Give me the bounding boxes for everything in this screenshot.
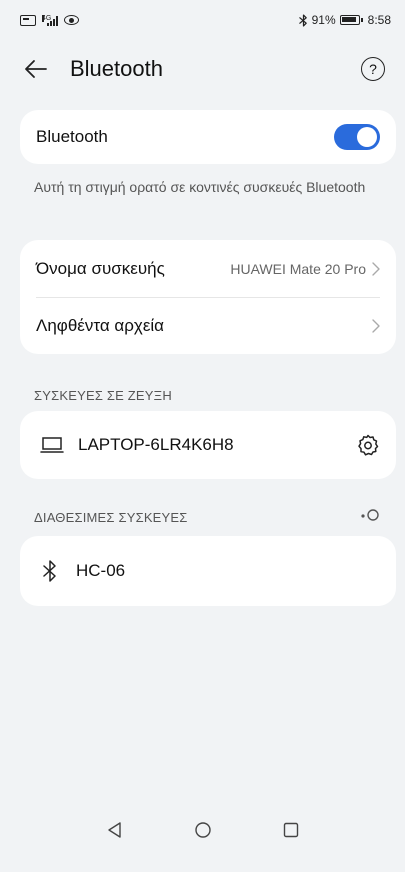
visibility-hint: Αυτή τη στιγμή ορατό σε κοντινές συσκευέ… xyxy=(34,179,366,195)
scanning-spinner-icon xyxy=(361,509,379,521)
device-name-value: HUAWEI Mate 20 Pro xyxy=(230,260,366,277)
header: Bluetooth ? xyxy=(0,42,405,96)
switch-knob xyxy=(357,127,377,147)
sim-card-icon xyxy=(20,14,36,26)
laptop-icon xyxy=(40,437,64,453)
bluetooth-switch[interactable] xyxy=(334,124,380,150)
chevron-right-icon xyxy=(372,319,380,333)
cellular-signal-icon: 4G xyxy=(42,14,58,26)
status-bar: 4G 91% 8:58 xyxy=(0,0,405,40)
device-name-label: Όνομα συσκευής xyxy=(36,258,165,278)
page-title: Bluetooth xyxy=(70,56,163,81)
available-devices-heading: ΔΙΑΘΕΣΙΜΕΣ ΣΥΣΚΕΥΕΣ xyxy=(34,510,188,525)
received-files-row[interactable]: Ληφθέντα αρχεία xyxy=(20,298,396,354)
status-left: 4G xyxy=(20,14,79,26)
eye-comfort-icon xyxy=(64,15,79,25)
bluetooth-toggle-card: Bluetooth xyxy=(20,110,396,164)
bluetooth-toggle-label: Bluetooth xyxy=(36,127,108,146)
navigation-bar xyxy=(0,810,405,850)
paired-devices-heading: ΣΥΣΚΕΥΕΣ ΣΕ ΖΕΥΞΗ xyxy=(34,388,172,403)
paired-device-name: LAPTOP-6LR4K6H8 xyxy=(78,435,234,454)
bluetooth-icon xyxy=(43,560,56,582)
paired-device-row[interactable]: LAPTOP-6LR4K6H8 xyxy=(20,411,396,479)
help-button[interactable]: ? xyxy=(361,57,385,81)
square-recents-icon xyxy=(283,822,298,838)
network-type-label: 4G xyxy=(42,14,52,22)
nav-recents-button[interactable] xyxy=(280,819,302,841)
bluetooth-status-icon xyxy=(298,13,307,27)
available-device-row[interactable]: HC-06 xyxy=(20,536,396,606)
device-settings-card: Όνομα συσκευής HUAWEI Mate 20 Pro Ληφθέν… xyxy=(20,240,396,354)
available-devices-card: HC-06 xyxy=(20,536,396,606)
back-button[interactable] xyxy=(24,53,56,85)
available-device-name: HC-06 xyxy=(76,561,126,580)
status-right: 91% 8:58 xyxy=(298,13,391,27)
received-files-label: Ληφθέντα αρχεία xyxy=(36,316,164,335)
gear-icon[interactable] xyxy=(356,433,380,457)
triangle-back-icon xyxy=(107,822,121,838)
question-mark-icon: ? xyxy=(369,61,377,77)
circle-home-icon xyxy=(194,822,211,838)
bluetooth-toggle-row[interactable]: Bluetooth xyxy=(20,110,396,164)
battery-percent: 91% xyxy=(311,13,336,27)
nav-home-button[interactable] xyxy=(192,819,214,841)
status-time: 8:58 xyxy=(367,13,391,27)
nav-back-button[interactable] xyxy=(104,819,126,841)
battery-icon xyxy=(339,15,363,25)
chevron-right-icon xyxy=(372,261,380,276)
device-name-row[interactable]: Όνομα συσκευής HUAWEI Mate 20 Pro xyxy=(20,240,396,297)
paired-devices-card: LAPTOP-6LR4K6H8 xyxy=(20,411,396,479)
back-arrow-icon xyxy=(25,60,47,78)
